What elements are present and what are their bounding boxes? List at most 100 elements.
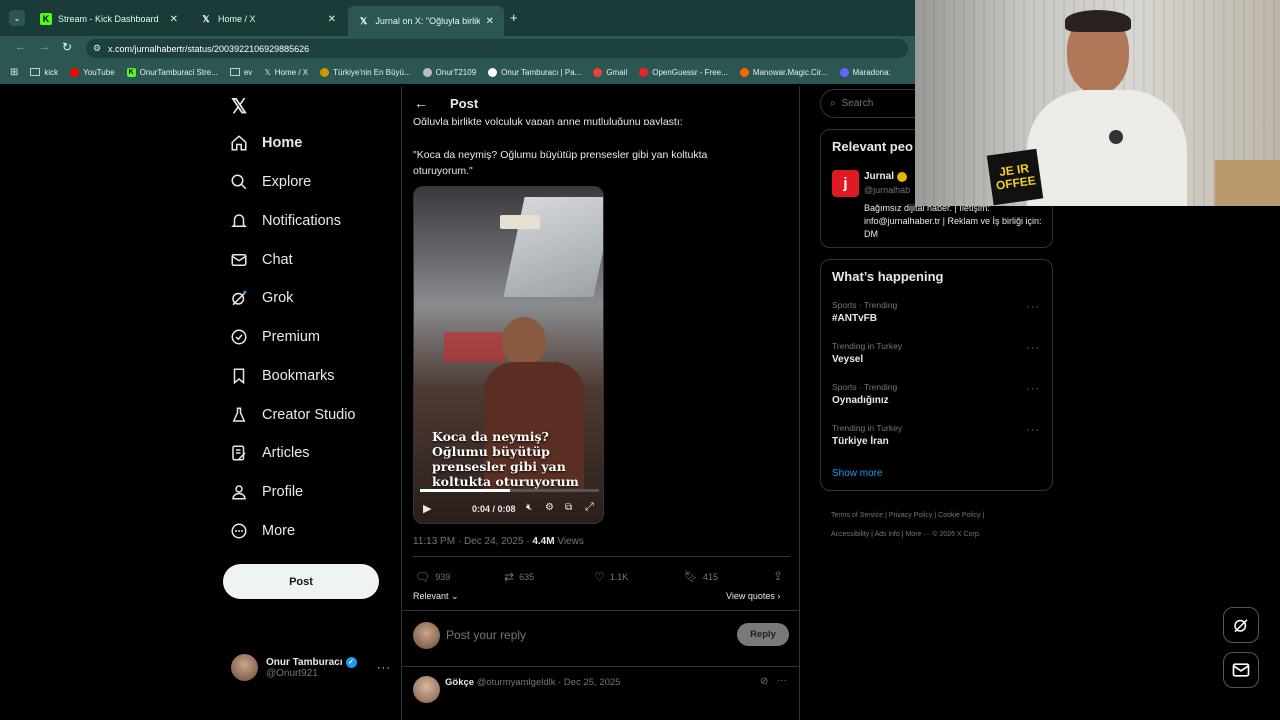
x-logo-icon[interactable]: 𝕏: [231, 94, 247, 119]
footer-link[interactable]: Privacy Policy: [889, 512, 933, 519]
video-progress-track[interactable]: [420, 489, 599, 492]
more-dots-icon[interactable]: ···: [1026, 342, 1040, 354]
like-action[interactable]: ♡ 1.1K: [594, 570, 628, 584]
footer-link[interactable]: More ···: [905, 531, 930, 538]
bookmark-item[interactable]: YouTube: [70, 67, 115, 77]
person-icon: [232, 485, 246, 500]
main-column: ← Post Oğluyla birlikte yolculuk yapan a…: [401, 86, 800, 720]
nav-chat[interactable]: Chat: [230, 251, 293, 269]
nav-home[interactable]: Home: [230, 134, 302, 152]
footer-link[interactable]: Ads info: [874, 531, 899, 538]
view-quotes-link[interactable]: View quotes ›: [726, 591, 780, 601]
gmail-icon: [593, 67, 603, 77]
nav-bookmarks[interactable]: Bookmarks: [230, 367, 335, 385]
folder-icon: [229, 68, 240, 76]
account-switcher[interactable]: Onur Tamburacı ✓ @Onurt921 ···: [231, 654, 391, 681]
reply-input[interactable]: Post your reply: [446, 628, 526, 642]
trend-item[interactable]: Sports · Trending Oynadığınız: [832, 382, 897, 406]
jurnal-avatar[interactable]: j: [832, 170, 859, 197]
webcam-hair: [1065, 10, 1131, 32]
video-time: 0:04 / 0:08: [472, 504, 516, 514]
footer-link[interactable]: Accessibility: [831, 531, 869, 538]
fullscreen-icon[interactable]: ⤢: [585, 501, 594, 514]
webcam-overlay: JE IR OFFEE: [915, 0, 1280, 206]
trend-item[interactable]: Trending in Turkey Veysel: [832, 341, 902, 365]
nav-grok[interactable]: Grok: [230, 289, 293, 307]
nav-more[interactable]: More: [230, 522, 295, 540]
tab-jurnal[interactable]: 𝕏 Jurnal on X: "Oğluyla birlikte yo ✕: [348, 6, 504, 36]
video-player[interactable]: Koca da neymiş? Oğlumu büyütüp prensesle…: [413, 186, 604, 524]
divider: [413, 556, 790, 557]
kick-icon: K: [126, 67, 136, 77]
nav-articles[interactable]: Articles: [230, 444, 310, 462]
verified-badge-icon: [231, 329, 247, 345]
forward-icon[interactable]: →: [39, 41, 50, 53]
bookmark-item[interactable]: OpenGuessr - Free...: [639, 67, 728, 77]
bookmark-item[interactable]: Manowar.Magic.Cir...: [739, 67, 828, 77]
back-icon[interactable]: ←: [15, 41, 26, 53]
mute-icon[interactable]: 🔇︎: [526, 502, 532, 513]
bookmark-item[interactable]: Onur Tamburacı | Pa...: [488, 67, 581, 77]
close-icon[interactable]: ✕: [170, 14, 178, 25]
tab-strip: ⌄ K Stream - Kick Dashboard ✕ 𝕏 Home / X…: [0, 0, 915, 36]
show-more-link[interactable]: Show more: [832, 468, 883, 479]
reply-button[interactable]: Reply: [737, 623, 789, 646]
bookmark-item[interactable]: Gmail: [593, 67, 627, 77]
nav-creator-studio[interactable]: Creator Studio: [230, 406, 356, 424]
nav-profile[interactable]: Profile: [230, 483, 303, 501]
x-icon: 𝕏: [202, 13, 210, 24]
nav-notifications[interactable]: Notifications: [230, 212, 341, 230]
trend-item[interactable]: Trending in Turkey Türkiye İran: [832, 423, 902, 447]
reply-action[interactable]: 🗨︎ 939: [415, 570, 450, 584]
bookmark-item[interactable]: K OnurTamburaci Stre...: [126, 67, 218, 77]
close-icon[interactable]: ✕: [328, 14, 336, 25]
bookmark-item[interactable]: kick: [30, 68, 58, 77]
grok-fab[interactable]: [1223, 607, 1259, 643]
messages-fab[interactable]: [1223, 652, 1259, 688]
grok-icon[interactable]: ⊘: [760, 676, 768, 687]
settings-icon[interactable]: ⚙: [545, 502, 554, 513]
more-dots-icon[interactable]: ···: [1026, 301, 1040, 313]
chevron-down-icon: ⌄: [451, 591, 459, 601]
sort-dropdown[interactable]: Relevant ⌄: [413, 591, 459, 602]
bookmark-item[interactable]: OnurT2109: [422, 67, 476, 77]
footer-links: Terms of Service | Privacy Policy | Cook…: [831, 512, 985, 538]
footer-link[interactable]: Terms of Service: [831, 512, 883, 519]
nav-premium[interactable]: Premium: [230, 328, 320, 346]
site-info-icon[interactable]: ⚙: [93, 43, 101, 54]
site-icon: [320, 67, 330, 77]
section-title: What’s happening: [832, 269, 944, 284]
bookmark-item[interactable]: ev: [229, 68, 252, 77]
bookmark-action[interactable]: 🔖︎ 415: [684, 570, 718, 583]
footer-link[interactable]: Cookie Policy: [938, 512, 980, 519]
repost-action[interactable]: ⇄ 635: [504, 570, 534, 584]
trend-item[interactable]: Sports · Trending #ANTvFB: [832, 300, 897, 324]
bookmarks-bar: ⊞ kick YouTube K OnurTamburaci Stre... ev…: [0, 60, 915, 84]
tab-home-x[interactable]: 𝕏 Home / X ✕: [190, 6, 346, 32]
more-dots-icon[interactable]: ···: [1026, 424, 1040, 436]
patreon-icon: [488, 67, 498, 77]
more-dots-icon[interactable]: ···: [1026, 383, 1040, 395]
nav-explore[interactable]: Explore: [230, 173, 311, 191]
bookmark-item[interactable]: 𝕏 Home / X: [264, 68, 308, 77]
apps-icon[interactable]: ⊞: [10, 67, 18, 78]
tab-kick[interactable]: K Stream - Kick Dashboard ✕: [30, 6, 188, 32]
more-circle-icon: [231, 523, 247, 539]
reload-icon[interactable]: ↻: [62, 40, 72, 54]
new-tab-icon[interactable]: +: [510, 10, 518, 25]
url-field[interactable]: ⚙ x.com/jurnalhabertr/status/20039221069…: [86, 39, 908, 58]
microphone: [1109, 130, 1123, 144]
bookmark-item[interactable]: Türkiye'nin En Büyü...: [320, 67, 411, 77]
post-button[interactable]: Post: [223, 564, 379, 599]
pip-icon[interactable]: ⧉: [565, 502, 572, 513]
account-name[interactable]: Jurnal: [864, 171, 908, 182]
tab-search-icon[interactable]: ⌄: [9, 10, 25, 26]
play-icon[interactable]: ▶: [423, 502, 431, 515]
share-icon[interactable]: ⇪: [773, 569, 783, 583]
bookmark-item[interactable]: Maradona:: [839, 67, 891, 77]
more-dots-icon[interactable]: ···: [777, 675, 787, 686]
grok-icon: [232, 290, 247, 306]
close-icon[interactable]: ✕: [486, 16, 494, 27]
video-background-object: [444, 332, 504, 362]
back-arrow-icon[interactable]: ←: [414, 95, 428, 111]
